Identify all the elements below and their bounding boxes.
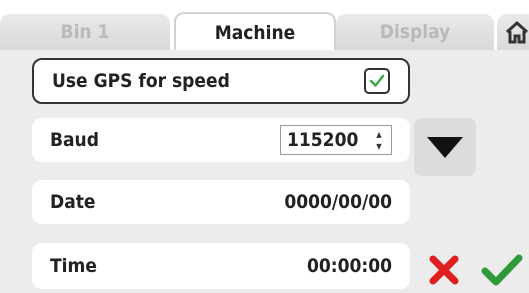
tab-display-label: Display xyxy=(379,21,451,43)
baud-select[interactable]: 115200 ▴ ▾ xyxy=(280,125,392,155)
cross-icon xyxy=(429,255,459,285)
tab-bin-1[interactable]: Bin 1 xyxy=(0,14,170,50)
baud-value: 115200 xyxy=(287,129,359,151)
spinner-icon: ▴ ▾ xyxy=(376,127,382,153)
time-label: Time xyxy=(50,255,97,277)
dropdown-button[interactable] xyxy=(414,118,476,176)
gps-speed-row[interactable]: Use GPS for speed xyxy=(32,58,410,104)
tab-machine[interactable]: Machine xyxy=(174,12,336,52)
tab-bar: Bin 1 Machine Display xyxy=(0,0,529,52)
tab-machine-label: Machine xyxy=(214,22,296,44)
tab-home[interactable] xyxy=(497,14,529,50)
date-row[interactable]: Date 0000/00/00 xyxy=(32,180,410,224)
checkmark-icon xyxy=(481,254,523,286)
date-value: 0000/00/00 xyxy=(284,191,392,213)
cancel-button[interactable] xyxy=(424,250,464,290)
triangle-down-icon xyxy=(427,137,463,158)
baud-row: Baud 115200 ▴ ▾ xyxy=(32,118,410,162)
time-value: 00:00:00 xyxy=(306,255,392,277)
time-row[interactable]: Time 00:00:00 xyxy=(32,243,410,289)
date-label: Date xyxy=(50,191,96,213)
checkbox-check-icon xyxy=(369,74,385,87)
home-icon xyxy=(505,21,529,44)
baud-label: Baud xyxy=(50,129,99,151)
gps-speed-checkbox[interactable] xyxy=(364,68,390,94)
tab-bin-1-label: Bin 1 xyxy=(60,21,110,43)
gps-speed-label: Use GPS for speed xyxy=(52,70,230,92)
confirm-button[interactable] xyxy=(478,250,526,290)
tab-display[interactable]: Display xyxy=(336,14,494,50)
